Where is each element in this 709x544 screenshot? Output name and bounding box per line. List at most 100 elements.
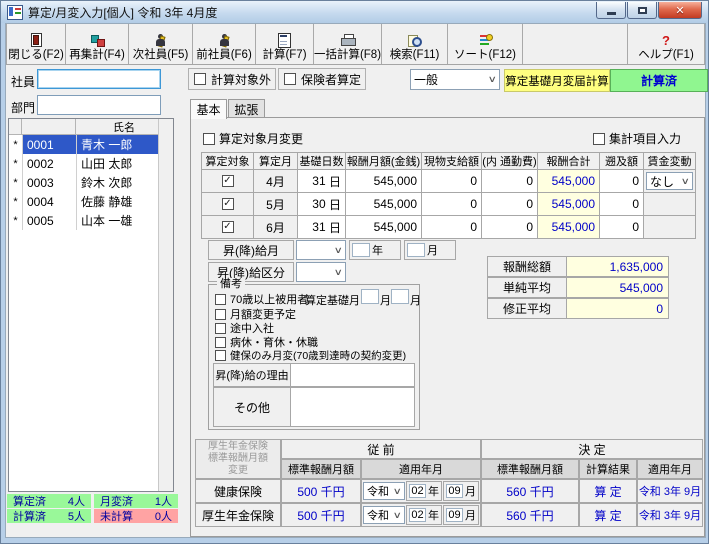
- base-days-cell[interactable]: 31 日: [298, 216, 346, 239]
- salary-cell[interactable]: 545,000: [346, 216, 422, 239]
- health-before-amount: 500 千円: [281, 479, 361, 503]
- pension-standard-change-button[interactable]: 厚生年金保険 標準報酬月額 変更: [195, 439, 281, 479]
- base-month-input-1[interactable]: [361, 289, 379, 304]
- pension-insurance-label: 厚生年金保険: [195, 503, 281, 527]
- commute-cell[interactable]: 0: [482, 170, 538, 193]
- toolbar-prev-employee-button[interactable]: 前社員(F6): [193, 24, 256, 64]
- insurer-assessment-checkbox[interactable]: [284, 73, 296, 85]
- salary-cell[interactable]: 545,000: [346, 193, 422, 216]
- target-checkbox[interactable]: ✓: [222, 221, 234, 233]
- status-badge-assessed: 算定済4人: [7, 494, 91, 508]
- summary-simple-avg-row: 単純平均 545,000: [487, 277, 669, 298]
- salary-cell[interactable]: 545,000: [346, 170, 422, 193]
- target-month-change-checkbox[interactable]: [203, 133, 215, 145]
- health-applied-date: 令和 3年 9月: [637, 479, 703, 503]
- exclude-from-calc-group: 計算対象外: [188, 68, 276, 90]
- decide-header: 決 定: [481, 439, 703, 459]
- row-mark: *: [9, 192, 23, 211]
- over70-group: 70歳以上被用者: [215, 291, 308, 307]
- department-label: 部門: [11, 99, 35, 116]
- inkind-cell[interactable]: 0: [422, 216, 482, 239]
- minimize-button[interactable]: [596, 2, 626, 19]
- summary-total-row: 報酬総額 1,635,000: [487, 256, 669, 277]
- apply-year-input[interactable]: 02: [409, 484, 426, 498]
- apply-month-input[interactable]: 09: [446, 484, 463, 498]
- before-header: 従 前: [281, 439, 481, 459]
- grid-header-row: 算定対象 算定月 基礎日数 報酬月額(金銭) 現物支給額 (内 通勤費) 報酬合…: [202, 153, 696, 170]
- other-input[interactable]: [291, 387, 415, 427]
- toolbar-recalc-button[interactable]: 再集計(F4): [66, 24, 129, 64]
- employee-row[interactable]: * 0001 青木 一郎: [9, 135, 173, 154]
- commute-cell[interactable]: 0: [482, 216, 538, 239]
- row-code: 0004: [23, 192, 77, 211]
- employee-input[interactable]: [37, 69, 161, 89]
- toolbar-close-button[interactable]: 閉じる(F2): [6, 24, 66, 64]
- employee-row[interactable]: * 0005 山本 一雄: [9, 211, 173, 230]
- pension-before-apply-cell: 令和∨ 02年 09月: [361, 503, 481, 527]
- apply-month-input[interactable]: 09: [446, 508, 463, 522]
- calculator-icon: [278, 33, 291, 48]
- leave-checkbox[interactable]: [215, 337, 226, 348]
- row-code: 0001: [23, 135, 77, 154]
- toolbar-search-button[interactable]: 検索(F11): [382, 24, 448, 64]
- prev-employee-icon: [219, 34, 230, 47]
- employee-row[interactable]: * 0003 鈴木 次郎: [9, 173, 173, 192]
- raise-type-select[interactable]: ∨: [296, 262, 346, 282]
- titlebar: 算定/月変入力[個人] 令和 3年 4月度 ✕: [1, 1, 708, 23]
- row-mark: *: [9, 135, 23, 154]
- era-select[interactable]: 令和∨: [363, 482, 405, 500]
- toolbar-calc-button[interactable]: 計算(F7): [256, 24, 314, 64]
- retro-cell[interactable]: 0: [600, 193, 644, 216]
- raise-month-select[interactable]: ∨: [296, 240, 346, 260]
- raise-year-input[interactable]: [352, 243, 370, 257]
- monthly-change-planned-checkbox[interactable]: [215, 309, 226, 320]
- tab-basic[interactable]: 基本: [190, 99, 227, 119]
- employee-list-header: 氏名: [9, 119, 173, 135]
- calc-status-button[interactable]: 計算済: [610, 69, 708, 92]
- employee-row[interactable]: * 0004 佐藤 静雄: [9, 192, 173, 211]
- row-mark: *: [9, 154, 23, 173]
- raise-year-group: 年: [349, 240, 401, 260]
- toolbar-sort-button[interactable]: ソート(F12): [448, 24, 523, 64]
- era-select[interactable]: 令和∨: [363, 506, 405, 524]
- toolbar-batch-calc-button[interactable]: 一括計算(F8): [314, 24, 382, 64]
- midyear-hire-checkbox[interactable]: [215, 323, 226, 334]
- target-checkbox[interactable]: ✓: [222, 175, 234, 187]
- employee-row[interactable]: * 0002 山田 太郎: [9, 154, 173, 173]
- code-column-header: [22, 119, 76, 135]
- total-cell: 545,000: [538, 216, 600, 239]
- commute-cell[interactable]: 0: [482, 193, 538, 216]
- over70-checkbox[interactable]: [215, 294, 226, 305]
- category-select[interactable]: 一般∨: [410, 69, 500, 90]
- employee-list-scrollbar[interactable]: [158, 119, 173, 491]
- retro-cell[interactable]: 0: [600, 170, 644, 193]
- retro-cell[interactable]: 0: [600, 216, 644, 239]
- base-days-cell[interactable]: 30 日: [298, 193, 346, 216]
- toolbar-help-button[interactable]: ? ヘルプ(F1): [627, 24, 705, 64]
- toolbar-next-employee-button[interactable]: 次社員(F5): [129, 24, 193, 64]
- maximize-icon: [638, 7, 647, 14]
- department-input[interactable]: [37, 95, 161, 115]
- tab-extended[interactable]: 拡張: [228, 99, 265, 118]
- base-month-input-2[interactable]: [391, 289, 409, 304]
- maximize-button[interactable]: [627, 2, 657, 19]
- inkind-cell[interactable]: 0: [422, 170, 482, 193]
- exclude-from-calc-checkbox[interactable]: [194, 73, 206, 85]
- chevron-down-icon: ∨: [681, 176, 690, 187]
- wage-change-select[interactable]: なし∨: [646, 172, 693, 190]
- next-employee-icon: [155, 34, 166, 47]
- close-button[interactable]: ✕: [658, 2, 702, 19]
- before-apply-header: 適用年月: [361, 459, 481, 479]
- raise-reason-input[interactable]: [291, 363, 415, 387]
- close-icon: ✕: [675, 4, 684, 17]
- apply-year-input[interactable]: 02: [409, 508, 426, 522]
- base-days-cell[interactable]: 31 日: [298, 170, 346, 193]
- raise-reason-label: 昇(降)給の理由: [213, 363, 291, 387]
- raise-month-input[interactable]: [407, 243, 425, 257]
- inkind-cell[interactable]: 0: [422, 193, 482, 216]
- health-only-checkbox[interactable]: [215, 350, 226, 361]
- target-checkbox[interactable]: ✓: [222, 198, 234, 210]
- search-icon: [408, 34, 422, 47]
- grid-row-june: ✓ 6月 31 日 545,000 0 0 545,000 0: [202, 216, 696, 239]
- aggregate-item-checkbox[interactable]: [593, 133, 605, 145]
